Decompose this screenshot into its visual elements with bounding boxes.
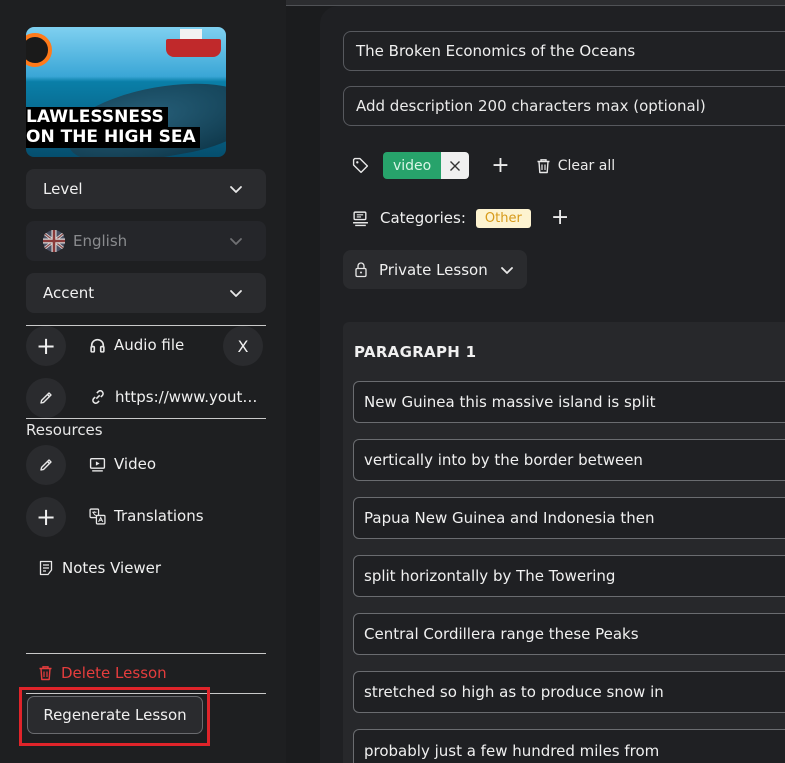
- pencil-icon: [40, 459, 52, 471]
- notes-viewer-label: Notes Viewer: [62, 559, 162, 577]
- lesson-thumbnail[interactable]: LAWLESSNESS ON THE HIGH SEA: [26, 27, 226, 157]
- add-audio-button[interactable]: +: [26, 326, 66, 366]
- paragraph-title: PARAGRAPH 1: [354, 343, 477, 361]
- sentence-text: Central Cordillera range these Peaks: [364, 625, 639, 643]
- lesson-title-value: The Broken Economics of the Oceans: [356, 42, 636, 60]
- delete-lesson-label: Delete Lesson: [61, 664, 167, 682]
- resources-title: Resources: [26, 421, 103, 439]
- close-icon: [450, 160, 461, 171]
- edit-video-button[interactable]: [26, 445, 66, 485]
- add-translation-button[interactable]: +: [26, 497, 66, 537]
- clear-tags-button[interactable]: Clear all: [536, 158, 615, 174]
- remove-audio-button[interactable]: X: [223, 326, 263, 366]
- chevron-down-icon: [500, 266, 513, 274]
- trash-icon: [537, 158, 550, 173]
- ship-shape: [166, 29, 221, 57]
- translations-row[interactable]: Translations: [89, 507, 204, 525]
- translate-icon: [89, 507, 106, 525]
- tag-icon: [352, 157, 369, 174]
- plus-icon: +: [35, 332, 57, 360]
- plus-icon: +: [35, 503, 57, 531]
- translations-label: Translations: [114, 507, 204, 525]
- chevron-down-icon: [230, 186, 242, 193]
- sentence-text: split horizontally by The Towering: [364, 567, 616, 585]
- chevron-down-icon: [230, 238, 242, 245]
- video-resource-row[interactable]: Video: [89, 455, 156, 473]
- visibility-select[interactable]: Private Lesson: [343, 250, 527, 289]
- add-category-button[interactable]: +: [551, 207, 569, 229]
- remove-tag-button[interactable]: [441, 152, 470, 179]
- headphones-icon: [90, 338, 105, 353]
- pencil-icon: [40, 392, 52, 404]
- sentence-input[interactable]: Central Cordillera range these Peaks: [353, 613, 785, 655]
- category-icon: [353, 210, 368, 226]
- video-resource-label: Video: [114, 455, 157, 473]
- audio-file-label: Audio file: [114, 336, 185, 354]
- clear-tags-label: Clear all: [557, 157, 616, 174]
- notes-icon: [39, 560, 53, 576]
- link-icon: [92, 390, 104, 404]
- category-chip[interactable]: Other: [475, 208, 531, 228]
- sentence-text: probably just a few hundred miles from: [364, 741, 660, 760]
- lock-icon: [355, 262, 367, 278]
- divider: [26, 418, 266, 419]
- gutter: [286, 6, 320, 763]
- audio-file-row[interactable]: Audio file: [89, 336, 184, 354]
- sentence-input[interactable]: Papua New Guinea and Indonesia then: [353, 497, 785, 539]
- tag-chip: video: [383, 152, 470, 179]
- channel-logo: [26, 33, 52, 67]
- language-select-label: English: [73, 232, 128, 250]
- sentence-input[interactable]: split horizontally by The Towering: [353, 555, 785, 597]
- sentence-text: stretched so high as to produce snow in: [364, 683, 664, 701]
- language-select[interactable]: English: [26, 221, 266, 261]
- thumbnail-caption-2: ON THE HIGH SEA: [26, 127, 200, 148]
- categories-row: Categories: Other +: [352, 207, 569, 229]
- video-player-icon: [89, 457, 106, 472]
- sidebar: LAWLESSNESS ON THE HIGH SEA Level Englis…: [0, 0, 286, 763]
- sentence-text: vertically into by the border between: [364, 451, 643, 469]
- visibility-label: Private Lesson: [379, 260, 488, 279]
- delete-lesson-button[interactable]: Delete Lesson: [38, 664, 167, 682]
- video-link-row[interactable]: https://www.yout…: [89, 388, 257, 406]
- lesson-title-input[interactable]: The Broken Economics of the Oceans: [343, 31, 785, 71]
- highlight-box: [19, 687, 210, 746]
- remove-audio-label: X: [237, 336, 249, 356]
- lesson-description-placeholder: Add description 200 characters max (opti…: [356, 97, 706, 115]
- video-link-url: https://www.yout…: [115, 388, 258, 406]
- sentence-input[interactable]: New Guinea this massive island is split: [353, 381, 785, 423]
- categories-label: Categories:: [380, 209, 466, 227]
- chevron-down-icon: [230, 290, 242, 297]
- divider: [26, 653, 266, 654]
- tags-row: video + Clear all: [352, 152, 615, 179]
- thumbnail-caption-1: LAWLESSNESS: [26, 107, 168, 128]
- sentence-input[interactable]: vertically into by the border between: [353, 439, 785, 481]
- sentence-text: New Guinea this massive island is split: [364, 393, 656, 411]
- sentence-input[interactable]: probably just a few hundred miles from: [353, 729, 785, 763]
- sentence-text: Papua New Guinea and Indonesia then: [364, 509, 655, 527]
- add-tag-button[interactable]: +: [491, 154, 509, 177]
- notes-viewer-row[interactable]: Notes Viewer: [38, 559, 161, 577]
- divider: [26, 325, 266, 326]
- lesson-description-input[interactable]: Add description 200 characters max (opti…: [343, 86, 785, 126]
- accent-select[interactable]: Accent: [26, 273, 266, 313]
- sentence-input[interactable]: stretched so high as to produce snow in: [353, 671, 785, 713]
- level-select-label: Level: [43, 180, 83, 198]
- tag-chip-label: video: [383, 152, 442, 179]
- accent-select-label: Accent: [43, 284, 95, 302]
- level-select[interactable]: Level: [26, 169, 266, 209]
- edit-link-button[interactable]: [26, 378, 66, 418]
- uk-flag-icon: [43, 230, 65, 252]
- trash-icon: [39, 666, 52, 681]
